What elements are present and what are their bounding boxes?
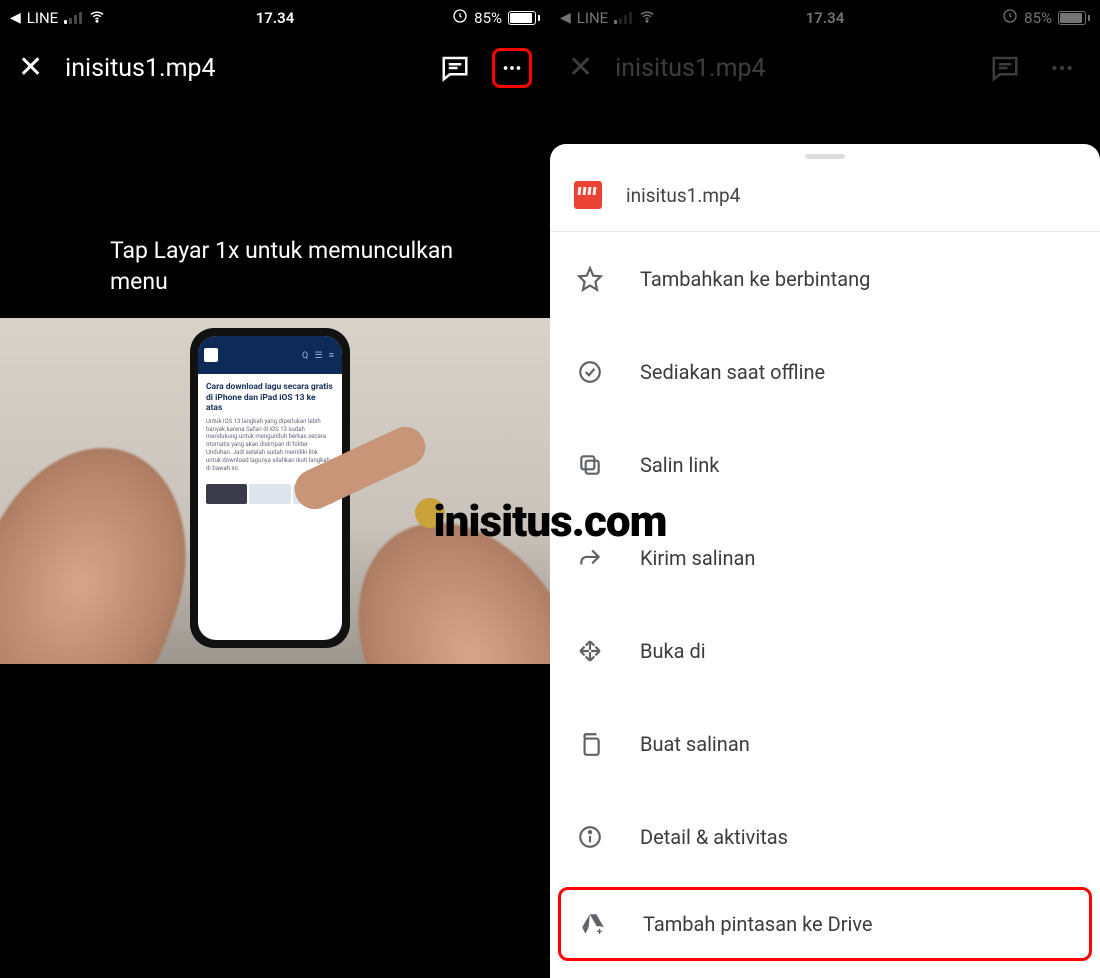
back-to-app-caret[interactable]: ◀	[560, 10, 571, 26]
instruction-overlay: Tap Layar 1x untuk memunculkan menu	[110, 235, 453, 297]
screen-left: ◀ LINE 17.34 85%	[0, 0, 550, 978]
battery-percent: 85%	[1024, 9, 1052, 27]
back-to-app-caret[interactable]: ◀	[10, 10, 21, 26]
menu-item-delete[interactable]: Hapus	[550, 965, 1100, 978]
open-in-icon	[576, 638, 604, 664]
back-to-app-label[interactable]: LINE	[577, 9, 608, 27]
bottom-sheet: inisitus1.mp4 Tambahkan ke berbintang Se…	[550, 144, 1100, 978]
more-options-icon	[1042, 48, 1082, 88]
close-icon: ✕	[568, 53, 593, 83]
comment-icon[interactable]	[440, 53, 470, 83]
app-header-dimmed: ✕ inisitus1.mp4	[550, 36, 1100, 100]
duplicate-icon	[576, 731, 604, 757]
more-options-icon[interactable]	[492, 48, 532, 88]
file-title: inisitus1.mp4	[615, 54, 968, 83]
menu-label: Tambah pintasan ke Drive	[643, 912, 873, 936]
menu-item-open-in[interactable]: Buka di	[550, 604, 1100, 697]
battery-percent: 85%	[474, 9, 502, 27]
menu-label: Kirim salinan	[640, 546, 755, 570]
close-icon[interactable]: ✕	[18, 53, 43, 83]
status-time: 17.34	[256, 9, 295, 27]
rotation-lock-icon	[452, 8, 468, 28]
battery-icon	[508, 11, 540, 25]
menu-item-make-copy[interactable]: Buat salinan	[550, 697, 1100, 790]
screen-right: ◀ LINE 17.34 85%	[550, 0, 1100, 978]
star-icon	[576, 266, 604, 292]
status-time: 17.34	[806, 9, 845, 27]
sheet-filename: inisitus1.mp4	[626, 184, 740, 207]
wifi-icon	[638, 7, 656, 29]
app-header: ✕ inisitus1.mp4	[0, 36, 550, 100]
instruction-line1: Tap Layar 1x untuk memunculkan	[110, 235, 453, 266]
menu-item-add-shortcut-drive[interactable]: + Tambah pintasan ke Drive	[558, 887, 1092, 961]
menu-label: Tambahkan ke berbintang	[640, 267, 870, 291]
sheet-handle[interactable]	[805, 154, 845, 159]
phone-article-title: Cara download lagu secara gratis di iPho…	[206, 382, 334, 414]
drive-add-icon: +	[579, 911, 607, 937]
menu-item-offline[interactable]: Sediakan saat offline	[550, 325, 1100, 418]
ring-illustration	[415, 498, 445, 528]
menu-label: Detail & aktivitas	[640, 825, 788, 849]
sheet-header: inisitus1.mp4	[550, 163, 1100, 231]
wifi-icon	[88, 7, 106, 29]
rotation-lock-icon	[1002, 8, 1018, 28]
menu-label: Buka di	[640, 639, 706, 663]
offline-icon	[576, 359, 604, 385]
battery-icon	[1058, 11, 1090, 25]
info-icon	[576, 824, 604, 850]
menu-label: Sediakan saat offline	[640, 360, 825, 384]
svg-text:+: +	[597, 927, 603, 937]
menu-item-send-copy[interactable]: Kirim salinan	[550, 511, 1100, 604]
menu-item-copy-link[interactable]: Salin link	[550, 418, 1100, 511]
file-title: inisitus1.mp4	[65, 54, 418, 83]
menu-item-star[interactable]: Tambahkan ke berbintang	[550, 232, 1100, 325]
menu-list: Tambahkan ke berbintang Sediakan saat of…	[550, 232, 1100, 978]
copy-link-icon	[576, 452, 604, 478]
cellular-signal-icon	[614, 12, 632, 24]
comment-icon	[990, 53, 1020, 83]
hand-left-illustration	[0, 418, 222, 664]
status-bar: ◀ LINE 17.34 85%	[0, 0, 550, 36]
video-file-icon	[574, 181, 602, 209]
instruction-line2: menu	[110, 266, 453, 297]
back-to-app-label[interactable]: LINE	[27, 9, 58, 27]
menu-label: Salin link	[640, 453, 719, 477]
video-preview[interactable]: Q ☰ ≡ Cara download lagu secara gratis d…	[0, 318, 550, 664]
share-icon	[576, 545, 604, 571]
menu-label: Buat salinan	[640, 732, 750, 756]
status-bar: ◀ LINE 17.34 85%	[550, 0, 1100, 36]
cellular-signal-icon	[64, 12, 82, 24]
menu-item-details[interactable]: Detail & aktivitas	[550, 790, 1100, 883]
